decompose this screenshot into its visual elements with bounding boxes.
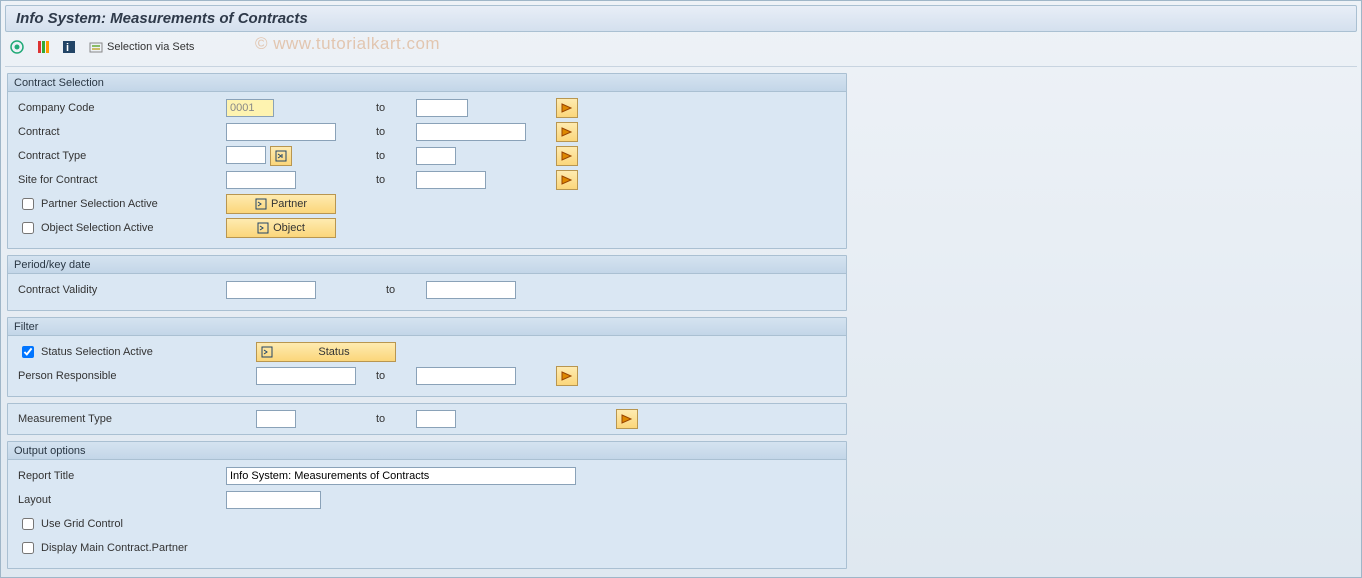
group-period: Period/key date Contract Validity to: [7, 255, 847, 311]
status-selection-active-checkbox[interactable]: [22, 346, 34, 358]
partner-selection-active-checkbox[interactable]: [22, 198, 34, 210]
row-measurement-type: Measurement Type to: [7, 403, 847, 435]
layout-input[interactable]: [226, 491, 321, 509]
display-main-contract-partner-checkbox[interactable]: [22, 542, 34, 554]
to-label: to: [376, 102, 416, 114]
use-grid-control-checkbox[interactable]: [22, 518, 34, 530]
to-label: to: [376, 174, 416, 186]
object-button-label: Object: [273, 222, 305, 234]
contract-type-label: Contract Type: [16, 150, 226, 162]
to-label: to: [376, 150, 416, 162]
object-button[interactable]: Object: [226, 218, 336, 238]
validity-from-input[interactable]: [226, 281, 316, 299]
contract-type-from-input[interactable]: [226, 146, 266, 164]
contract-from-input[interactable]: [226, 123, 336, 141]
group-header-period: Period/key date: [8, 256, 846, 274]
measurement-to-input[interactable]: [416, 410, 456, 428]
svg-text:i: i: [66, 42, 69, 54]
status-selection-active-label: Status Selection Active: [41, 346, 153, 358]
selection-via-sets-label: Selection via Sets: [107, 41, 194, 53]
contract-to-input[interactable]: [416, 123, 526, 141]
partner-selection-active-label: Partner Selection Active: [41, 198, 158, 210]
report-title-input[interactable]: [226, 467, 576, 485]
person-from-input[interactable]: [256, 367, 356, 385]
multiple-selection-contract[interactable]: [556, 122, 578, 142]
app-window: Info System: Measurements of Contracts i…: [0, 0, 1362, 578]
status-button[interactable]: Status: [256, 342, 396, 362]
multiple-selection-site[interactable]: [556, 170, 578, 190]
multiple-selection-person[interactable]: [556, 366, 578, 386]
object-selection-active-checkbox[interactable]: [22, 222, 34, 234]
company-code-label: Company Code: [16, 102, 226, 114]
site-to-input[interactable]: [416, 171, 486, 189]
to-label: to: [376, 126, 416, 138]
object-selection-active-label: Object Selection Active: [41, 222, 154, 234]
layout-label: Layout: [16, 494, 226, 506]
contract-label: Contract: [16, 126, 226, 138]
partner-button[interactable]: Partner: [226, 194, 336, 214]
contract-type-search-help[interactable]: [270, 146, 292, 166]
person-to-input[interactable]: [416, 367, 516, 385]
info-icon[interactable]: i: [59, 38, 79, 56]
company-code-from-input[interactable]: [226, 99, 274, 117]
partner-button-label: Partner: [271, 198, 307, 210]
content-area: Contract Selection Company Code to Contr…: [5, 73, 1357, 569]
multiple-selection-contract-type[interactable]: [556, 146, 578, 166]
contract-validity-label: Contract Validity: [16, 284, 226, 296]
group-contract-selection: Contract Selection Company Code to Contr…: [7, 73, 847, 249]
use-grid-control-label: Use Grid Control: [41, 518, 123, 530]
group-header-output: Output options: [8, 442, 846, 460]
to-label: to: [376, 413, 416, 425]
validity-to-input[interactable]: [426, 281, 516, 299]
measurement-type-label: Measurement Type: [16, 413, 256, 425]
to-label: to: [376, 370, 416, 382]
site-from-input[interactable]: [226, 171, 296, 189]
display-main-contract-partner-label: Display Main Contract.Partner: [41, 542, 188, 554]
selection-via-sets-button[interactable]: Selection via Sets: [85, 38, 198, 56]
contract-type-to-input[interactable]: [416, 147, 456, 165]
variant-icon[interactable]: [33, 38, 53, 56]
measurement-from-input[interactable]: [256, 410, 296, 428]
watermark-text: © www.tutorialkart.com: [255, 34, 440, 54]
page-title: Info System: Measurements of Contracts: [5, 5, 1357, 32]
group-header-filter: Filter: [8, 318, 846, 336]
person-responsible-label: Person Responsible: [16, 370, 256, 382]
site-for-contract-label: Site for Contract: [16, 174, 226, 186]
execute-icon[interactable]: [7, 38, 27, 56]
multiple-selection-company-code[interactable]: [556, 98, 578, 118]
group-output-options: Output options Report Title Layout Use G…: [7, 441, 847, 569]
group-filter: Filter Status Selection Active Status: [7, 317, 847, 397]
to-label: to: [376, 284, 426, 296]
toolbar: i Selection via Sets © www.tutorialkart.…: [5, 32, 1357, 67]
group-header-contract: Contract Selection: [8, 74, 846, 92]
multiple-selection-measurement[interactable]: [616, 409, 638, 429]
company-code-to-input[interactable]: [416, 99, 468, 117]
report-title-label: Report Title: [16, 470, 226, 482]
status-button-label: Status: [277, 346, 391, 358]
